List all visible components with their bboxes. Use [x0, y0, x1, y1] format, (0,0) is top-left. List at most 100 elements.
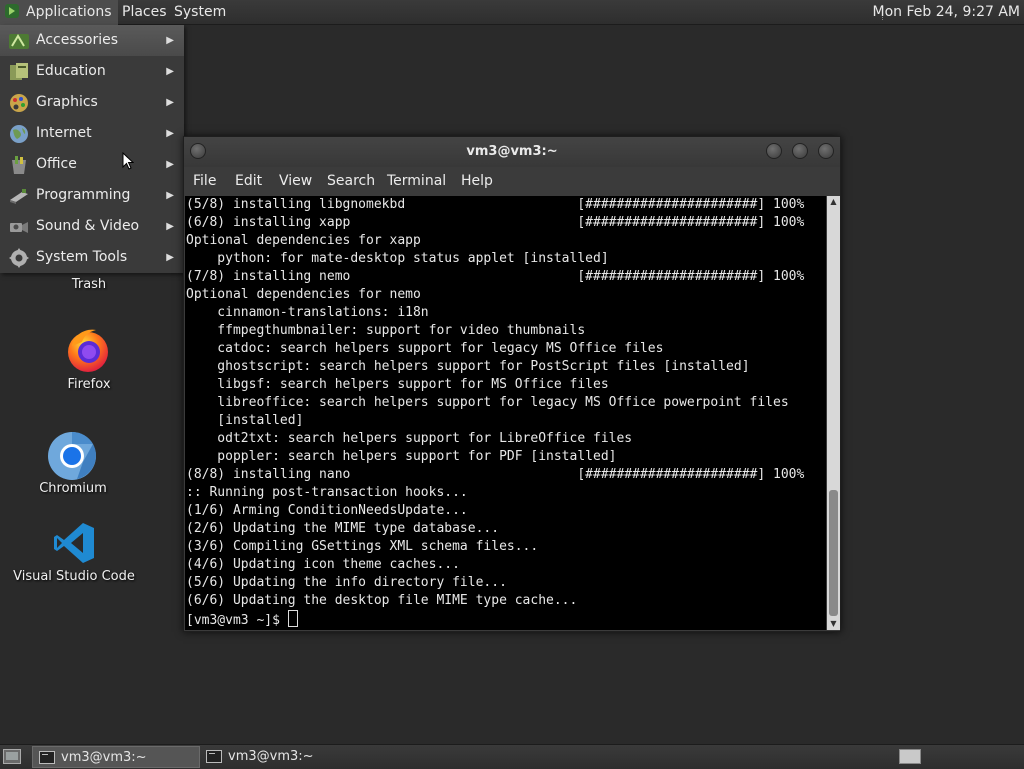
terminal-line: (3/6) Compiling GSettings XML schema fil…	[186, 539, 539, 554]
menu-item-internet[interactable]: Internet ▶	[0, 118, 184, 149]
terminal-titlebar[interactable]: vm3@vm3:~	[184, 137, 840, 167]
bottom-panel: vm3@vm3:~ vm3@vm3:~	[0, 744, 1024, 769]
terminal-line: ghostscript: search helpers support for …	[186, 359, 750, 374]
scroll-up-arrow-icon[interactable]: ▲	[827, 196, 840, 208]
vscode-icon[interactable]	[52, 521, 96, 565]
terminal-line: (7/8) installing nemo [#################…	[186, 269, 805, 284]
programming-icon	[10, 189, 28, 204]
submenu-arrow-icon: ▶	[166, 221, 174, 232]
terminal-line: Optional dependencies for nemo	[186, 287, 421, 302]
menu-item-graphics[interactable]: Graphics ▶	[0, 87, 184, 118]
terminal-line: [installed]	[186, 413, 304, 428]
menu-item-accessories[interactable]: Accessories ▶	[0, 25, 184, 56]
menu-search[interactable]: Search	[327, 173, 375, 189]
submenu-arrow-icon: ▶	[166, 66, 174, 77]
taskbar-item-label: vm3@vm3:~	[228, 749, 314, 764]
applications-label: Applications	[26, 4, 112, 20]
menu-item-label: Education	[36, 63, 106, 79]
terminal-icon	[39, 751, 55, 764]
menu-item-sound-video[interactable]: Sound & Video ▶	[0, 211, 184, 242]
terminal-line: (4/6) Updating icon theme caches...	[186, 557, 460, 572]
system-menu[interactable]: System	[168, 0, 232, 25]
terminal-line: :: Running post-transaction hooks...	[186, 485, 468, 500]
menu-item-label: Internet	[36, 125, 92, 141]
terminal-line: (6/6) Updating the desktop file MIME typ…	[186, 593, 578, 608]
menu-item-office[interactable]: Office ▶	[0, 149, 184, 180]
applications-dropdown: Accessories ▶ Education ▶ Graphics ▶ Int…	[0, 25, 184, 273]
trash-label[interactable]: Trash	[56, 277, 122, 292]
scroll-down-arrow-icon[interactable]: ▼	[827, 618, 840, 630]
menu-edit[interactable]: Edit	[235, 173, 262, 189]
top-panel: Applications Places System Mon Feb 24, 9…	[0, 0, 1024, 25]
system-tools-icon	[9, 248, 29, 268]
terminal-output[interactable]: (5/8) installing libgnomekbd [##########…	[185, 196, 826, 630]
terminal-line: (5/6) Updating the info directory file..…	[186, 575, 507, 590]
workspace-switcher[interactable]	[899, 749, 921, 764]
mouse-cursor-icon	[122, 152, 134, 170]
firefox-label[interactable]: Firefox	[50, 377, 128, 392]
shell-prompt: [vm3@vm3 ~]$	[186, 613, 288, 628]
terminal-line: ffmpegthumbnailer: support for video thu…	[186, 323, 586, 338]
graphics-icon	[10, 94, 28, 112]
distro-logo-icon	[5, 4, 19, 18]
terminal-scrollbar[interactable]: ▲ ▼	[827, 196, 840, 630]
window-title: vm3@vm3:~	[466, 144, 558, 159]
submenu-arrow-icon: ▶	[166, 252, 174, 263]
taskbar-item-terminal[interactable]: vm3@vm3:~	[32, 746, 200, 768]
terminal-line: libgsf: search helpers support for MS Of…	[186, 377, 609, 392]
submenu-arrow-icon: ▶	[166, 190, 174, 201]
menu-item-label: Graphics	[36, 94, 98, 110]
chromium-label[interactable]: Chromium	[32, 481, 114, 496]
submenu-arrow-icon: ▶	[166, 159, 174, 170]
terminal-line: catdoc: search helpers support for legac…	[186, 341, 664, 356]
menu-item-education[interactable]: Education ▶	[0, 56, 184, 87]
maximize-button[interactable]	[792, 143, 808, 159]
terminal-window[interactable]: vm3@vm3:~ File Edit View Search Terminal…	[183, 136, 841, 632]
minimize-button[interactable]	[766, 143, 782, 159]
submenu-arrow-icon: ▶	[166, 97, 174, 108]
menu-item-label: Accessories	[36, 32, 119, 48]
terminal-prompt-line[interactable]: [vm3@vm3 ~]$	[185, 610, 826, 628]
menu-file[interactable]: File	[193, 173, 216, 189]
menu-view[interactable]: View	[279, 173, 312, 189]
sound-video-icon	[10, 222, 28, 233]
submenu-arrow-icon: ▶	[166, 128, 174, 139]
menu-item-label: Office	[36, 156, 77, 172]
menu-help[interactable]: Help	[461, 173, 493, 189]
office-icon	[12, 156, 26, 174]
menu-terminal[interactable]: Terminal	[387, 173, 446, 189]
vscode-label[interactable]: Visual Studio Code	[8, 569, 140, 584]
terminal-line: (5/8) installing libgnomekbd [##########…	[186, 197, 805, 212]
menu-item-label: Programming	[36, 187, 131, 203]
terminal-menubar: File Edit View Search Terminal Help	[184, 167, 840, 196]
accessories-icon	[9, 34, 29, 49]
menu-item-programming[interactable]: Programming ▶	[0, 180, 184, 211]
terminal-line: python: for mate-desktop status applet […	[186, 251, 609, 266]
terminal-line: libreoffice: search helpers support for …	[186, 395, 789, 410]
chromium-icon[interactable]	[47, 431, 97, 481]
taskbar-item-terminal[interactable]: vm3@vm3:~	[200, 746, 368, 768]
submenu-arrow-icon: ▶	[166, 35, 174, 46]
terminal-line: (6/8) installing xapp [#################…	[186, 215, 805, 230]
scrollbar-thumb[interactable]	[829, 490, 838, 616]
terminal-line: Optional dependencies for xapp	[186, 233, 421, 248]
terminal-line: odt2txt: search helpers support for Libr…	[186, 431, 633, 446]
internet-icon	[10, 125, 28, 143]
menu-item-system-tools[interactable]: System Tools ▶	[0, 242, 184, 273]
places-menu[interactable]: Places	[116, 0, 173, 25]
close-button[interactable]	[818, 143, 834, 159]
menu-item-label: System Tools	[36, 249, 128, 265]
terminal-line: poppler: search helpers support for PDF …	[186, 449, 617, 464]
applications-menu[interactable]: Applications	[0, 0, 118, 25]
terminal-line: (8/8) installing nano [#################…	[186, 467, 805, 482]
clock[interactable]: Mon Feb 24, 9:27 AM	[873, 0, 1020, 25]
terminal-icon	[206, 750, 222, 763]
terminal-line: cinnamon-translations: i18n	[186, 305, 429, 320]
terminal-line: (1/6) Arming ConditionNeedsUpdate...	[186, 503, 468, 518]
firefox-icon[interactable]	[64, 326, 112, 374]
taskbar-item-label: vm3@vm3:~	[61, 750, 147, 765]
education-icon	[10, 63, 28, 80]
show-desktop-icon[interactable]	[3, 749, 21, 764]
text-cursor	[287, 610, 298, 627]
terminal-line: (2/6) Updating the MIME type database...	[186, 521, 500, 536]
